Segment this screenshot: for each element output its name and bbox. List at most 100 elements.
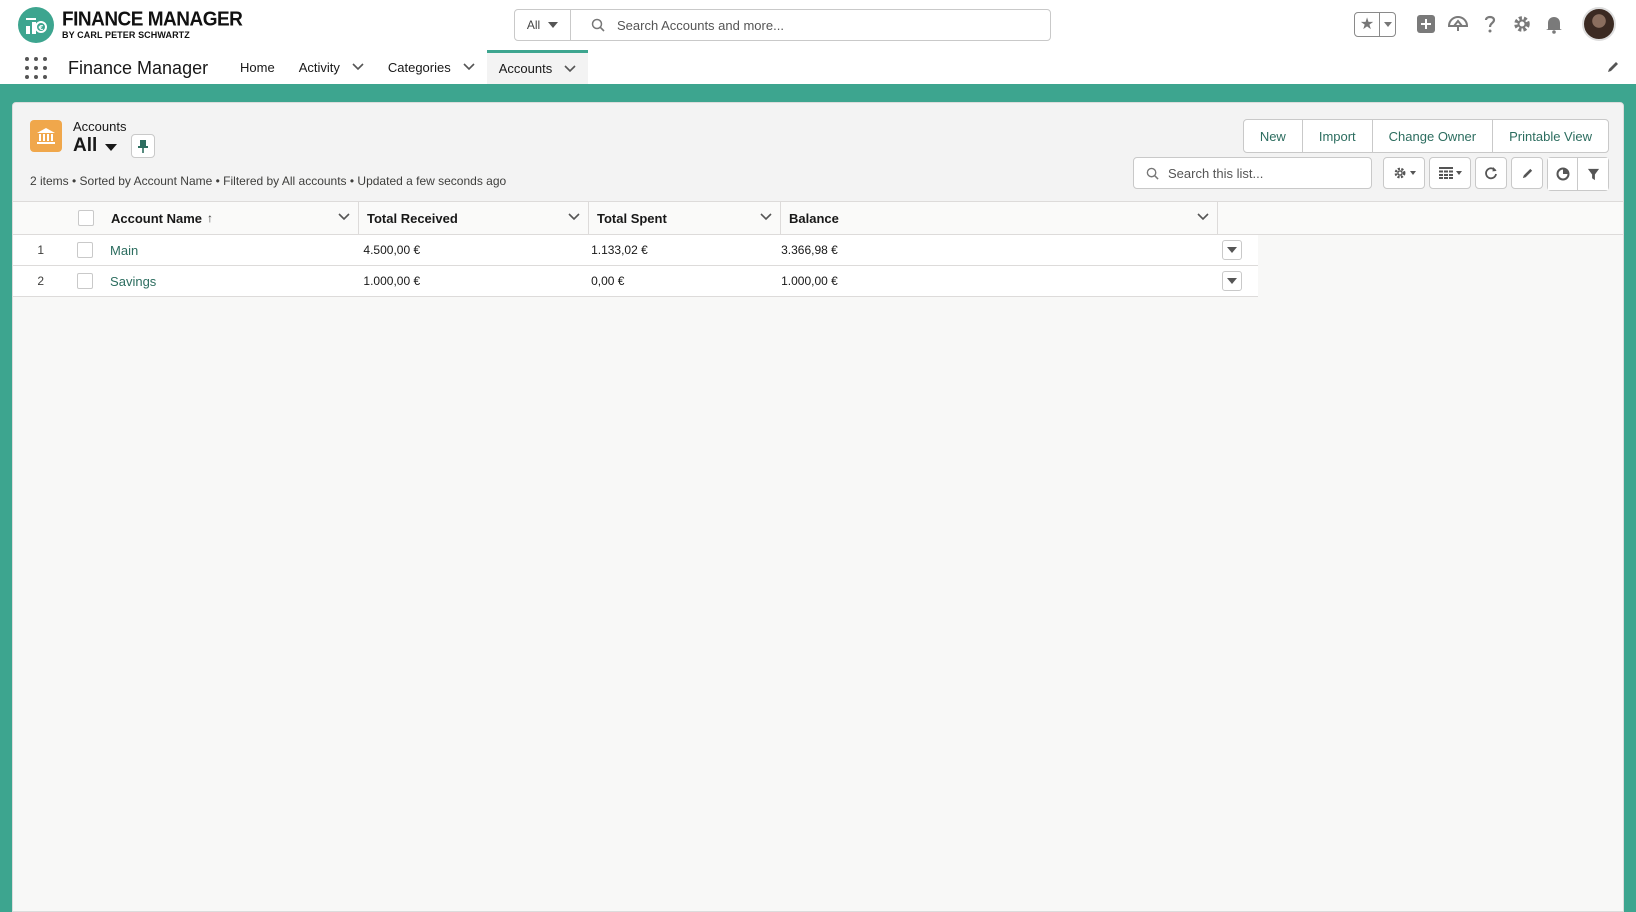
- column-header-account-name[interactable]: Account Name ↑: [103, 202, 359, 234]
- app-name: Finance Manager: [68, 58, 209, 78]
- pie-chart-icon: [1556, 167, 1569, 181]
- notification-bell-icon[interactable]: [1543, 13, 1565, 35]
- global-search-input[interactable]: [617, 17, 1017, 33]
- chevron-down-icon[interactable]: [568, 213, 580, 221]
- select-all-checkbox[interactable]: [78, 210, 94, 226]
- table-icon: [1438, 167, 1453, 179]
- inline-edit-button[interactable]: [1511, 157, 1543, 189]
- chevron-down-icon: [1226, 278, 1237, 284]
- chevron-down-icon[interactable]: [760, 213, 772, 221]
- sort-ascending-icon: ↑: [207, 211, 214, 225]
- svg-text:€: €: [38, 24, 44, 32]
- chevron-down-icon: [1226, 247, 1237, 253]
- refresh-button[interactable]: [1475, 157, 1507, 189]
- help-icon[interactable]: [1479, 13, 1501, 35]
- user-avatar[interactable]: [1582, 7, 1616, 41]
- tab-label: Activity: [298, 59, 340, 75]
- filters-button[interactable]: [1578, 158, 1608, 190]
- display-as-button[interactable]: [1429, 157, 1471, 189]
- account-link[interactable]: Main: [110, 243, 138, 258]
- column-header-total-received[interactable]: Total Received: [359, 202, 589, 234]
- change-owner-button[interactable]: Change Owner: [1373, 120, 1494, 152]
- column-header-balance[interactable]: Balance: [781, 202, 1218, 234]
- row-number-header: [13, 202, 69, 234]
- chevron-down-icon: [1409, 171, 1416, 175]
- account-link[interactable]: Savings: [110, 274, 156, 289]
- row-actions-cell: [1206, 235, 1258, 265]
- header-actions: ★: [1354, 7, 1616, 41]
- tab-categories[interactable]: Categories: [376, 50, 487, 84]
- row-checkbox[interactable]: [77, 273, 94, 289]
- account-name-cell: Savings: [102, 266, 355, 296]
- show-charts-button[interactable]: [1548, 158, 1578, 190]
- app-logo[interactable]: € FINANCE MANAGER BY CARL PETER SCHWARTZ: [18, 7, 243, 43]
- row-checkbox[interactable]: [77, 242, 94, 258]
- row-action-menu-button[interactable]: [1221, 240, 1242, 260]
- chevron-down-icon[interactable]: [463, 63, 475, 71]
- pin-list-view-button[interactable]: [131, 134, 155, 158]
- edit-nav-pencil-icon[interactable]: [1606, 60, 1620, 74]
- search-icon: [591, 18, 605, 32]
- tab-home[interactable]: Home: [228, 50, 287, 84]
- finance-logo-icon: €: [18, 7, 54, 43]
- trailhead-icon[interactable]: [1447, 13, 1469, 35]
- nav-tabs: Home Activity Categories Accounts: [228, 50, 589, 84]
- chevron-down-icon[interactable]: [338, 213, 350, 221]
- tab-label: Accounts: [498, 61, 553, 76]
- list-view-name: All: [73, 135, 98, 156]
- brand-title: FINANCE MANAGER: [62, 8, 243, 31]
- global-search: All: [514, 9, 1051, 41]
- pin-icon: [138, 140, 148, 153]
- column-header-total-spent[interactable]: Total Spent: [589, 202, 781, 234]
- search-icon: [1146, 167, 1159, 180]
- list-view-controls-button[interactable]: [1383, 157, 1425, 189]
- list-view-card: Accounts All 2 items • Sorted by Account…: [12, 102, 1624, 912]
- chevron-down-icon: [105, 143, 118, 151]
- setup-gear-icon[interactable]: [1511, 13, 1533, 35]
- app-launcher-icon[interactable]: [25, 57, 47, 79]
- add-icon[interactable]: [1415, 13, 1437, 35]
- refresh-icon: [1485, 167, 1497, 180]
- column-label: Total Received: [367, 210, 458, 226]
- star-icon[interactable]: ★: [1355, 12, 1380, 36]
- list-search: [1133, 157, 1372, 189]
- filter-icon: [1587, 168, 1599, 180]
- list-search-input[interactable]: [1168, 165, 1358, 181]
- search-scope-dropdown[interactable]: All: [515, 10, 571, 40]
- chevron-down-icon: [1455, 171, 1462, 175]
- bank-account-icon: [30, 120, 62, 152]
- total-received-cell: 4.500,00 €: [363, 243, 421, 257]
- select-all-cell: [69, 202, 103, 234]
- balance-cell: 3.366,98 €: [781, 243, 838, 257]
- favorites-dropdown[interactable]: [1380, 21, 1395, 27]
- list-view-switcher[interactable]: All: [73, 135, 118, 157]
- new-button[interactable]: New: [1244, 120, 1303, 152]
- gear-icon: [1394, 167, 1405, 179]
- import-button[interactable]: Import: [1303, 120, 1373, 152]
- tab-accounts[interactable]: Accounts: [486, 50, 589, 84]
- row-number: 2: [37, 274, 45, 288]
- chevron-down-icon[interactable]: [352, 63, 364, 71]
- global-header: € FINANCE MANAGER BY CARL PETER SCHWARTZ…: [0, 0, 1636, 50]
- row-action-menu-button[interactable]: [1221, 271, 1242, 291]
- table-header: Account Name ↑ Total Received Total Spen…: [13, 202, 1623, 235]
- chevron-down-icon[interactable]: [564, 64, 576, 73]
- row-actions-cell: [1206, 266, 1258, 296]
- brand-subtitle: BY CARL PETER SCHWARTZ: [62, 30, 190, 40]
- row-select-cell: [68, 235, 102, 265]
- total-spent-cell: 0,00 €: [591, 274, 625, 288]
- chevron-down-icon: [548, 22, 559, 28]
- table-row: 2 Savings 1.000,00 € 0,00 € 1.000,00 €: [13, 266, 1258, 297]
- row-number: 1: [37, 243, 45, 257]
- column-label: Total Spent: [597, 210, 667, 226]
- chevron-down-icon: [1383, 21, 1392, 27]
- printable-view-button[interactable]: Printable View: [1493, 120, 1608, 152]
- search-scope-label: All: [526, 18, 541, 32]
- list-actions: New Import Change Owner Printable View: [1242, 119, 1609, 153]
- chevron-down-icon[interactable]: [1197, 213, 1209, 221]
- total-spent-cell: 1.133,02 €: [591, 243, 648, 257]
- tab-label: Home: [240, 59, 275, 75]
- favorites-control: ★: [1354, 11, 1396, 37]
- tab-activity[interactable]: Activity: [287, 50, 376, 84]
- account-name-cell: Main: [102, 235, 355, 265]
